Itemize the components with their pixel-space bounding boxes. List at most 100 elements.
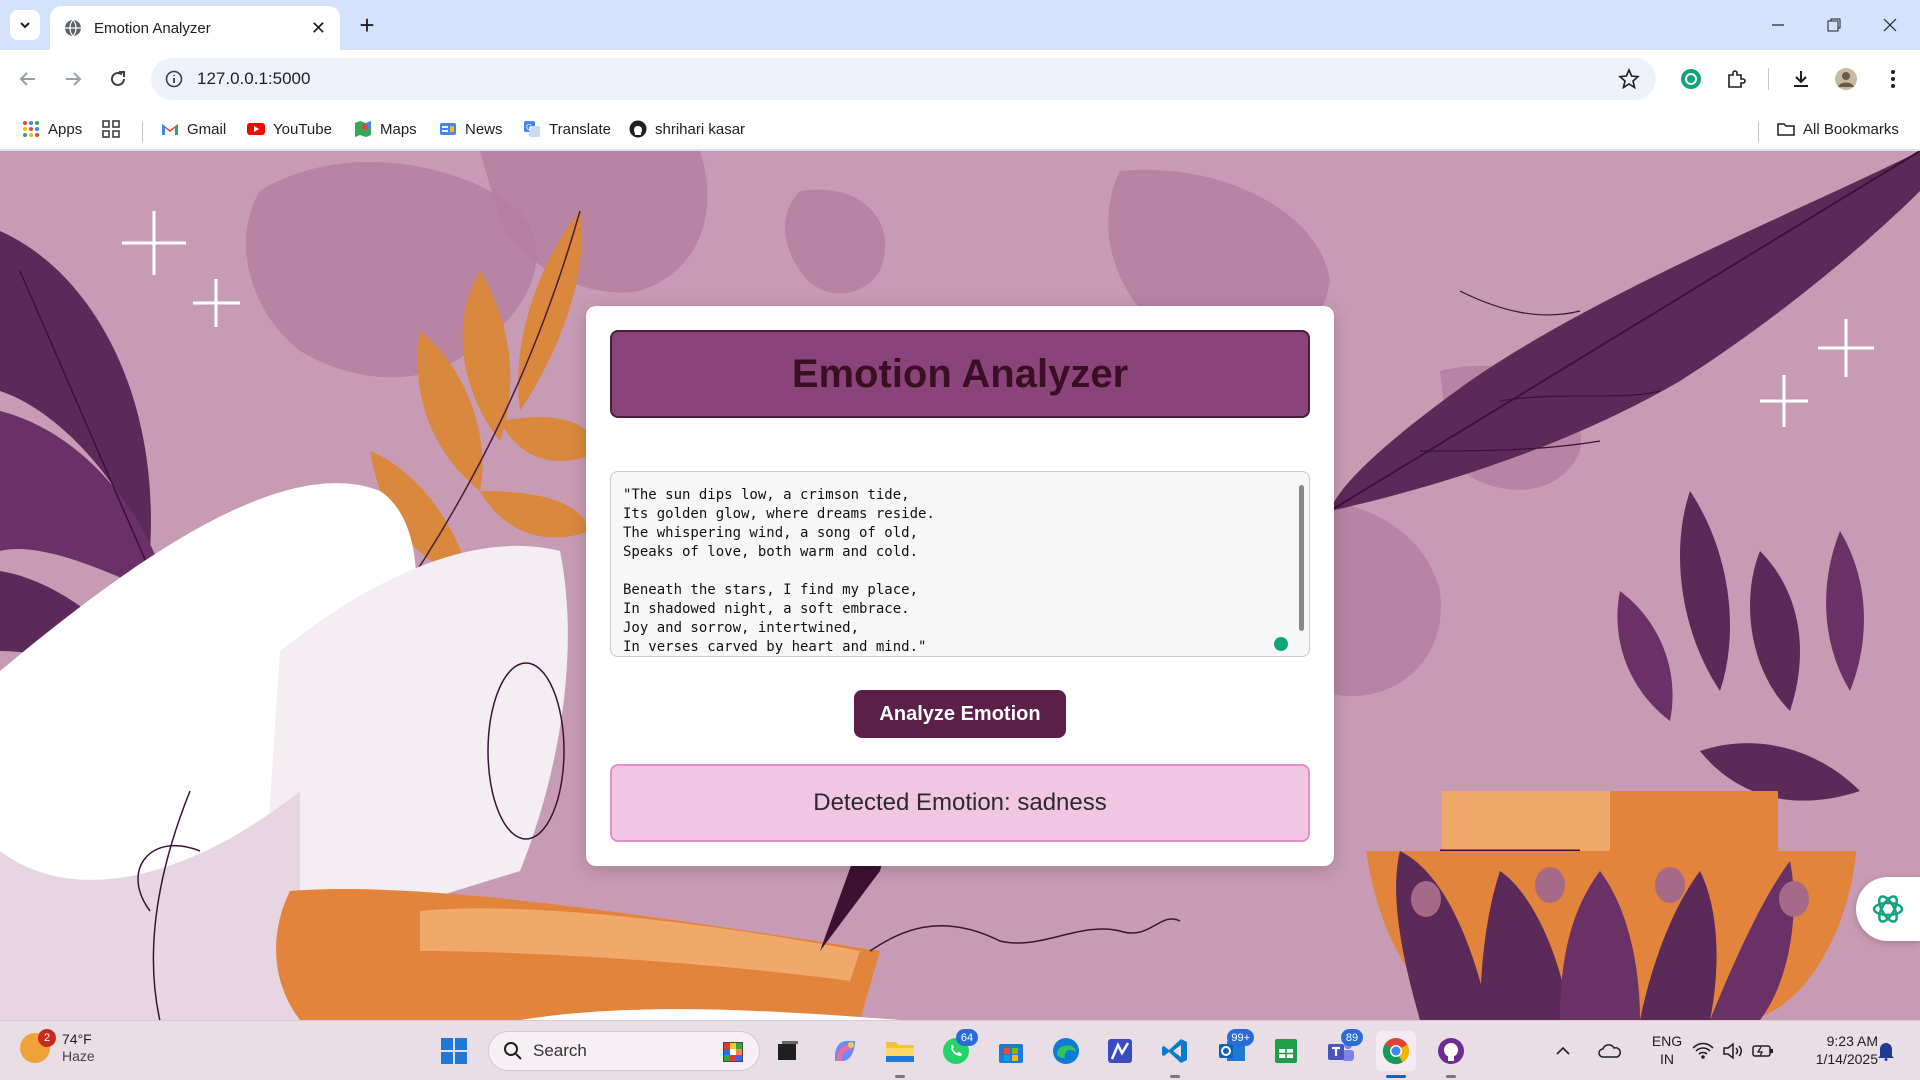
rubiks-cube-icon bbox=[723, 1042, 743, 1062]
onedrive-icon-button[interactable] bbox=[1596, 1031, 1624, 1071]
running-indicator bbox=[1446, 1075, 1456, 1078]
notifications-button[interactable] bbox=[1870, 1031, 1902, 1071]
kebab-menu-icon bbox=[1891, 70, 1895, 88]
github-desktop-app[interactable] bbox=[1431, 1031, 1471, 1071]
forward-button[interactable] bbox=[58, 64, 88, 94]
bookmark-translate[interactable]: G Translate bbox=[523, 116, 611, 142]
all-bookmarks-label: All Bookmarks bbox=[1803, 120, 1899, 138]
active-tab[interactable]: Emotion Analyzer ✕ bbox=[50, 6, 340, 50]
apps-grid-icon bbox=[23, 121, 39, 137]
chrome-icon bbox=[1382, 1038, 1410, 1065]
bookmark-gmail[interactable]: Gmail bbox=[161, 116, 226, 142]
powerautomate-app[interactable] bbox=[1100, 1031, 1140, 1071]
bookmark-label: YouTube bbox=[273, 120, 332, 138]
language-top: ENG bbox=[1651, 1033, 1683, 1049]
tab-search-button[interactable] bbox=[10, 10, 40, 40]
microsoft-store-app[interactable] bbox=[991, 1031, 1031, 1071]
bookmark-maps[interactable]: Maps bbox=[354, 116, 417, 142]
restore-icon bbox=[1827, 18, 1841, 32]
weather-badge: 2 bbox=[38, 1029, 56, 1047]
chrome-app[interactable] bbox=[1376, 1031, 1416, 1071]
spreadsheet-icon bbox=[1275, 1039, 1297, 1063]
bookmark-star-icon[interactable] bbox=[1618, 68, 1640, 90]
bookmarks-bar: Apps Gmail YouTube Maps News G Translate… bbox=[0, 108, 1920, 150]
battery-icon bbox=[1752, 1045, 1773, 1057]
svg-text:G: G bbox=[526, 123, 532, 132]
avatar-icon bbox=[1835, 68, 1857, 90]
whatsapp-app[interactable]: 64 bbox=[936, 1029, 978, 1071]
bookmarks-divider bbox=[1758, 122, 1759, 142]
start-button[interactable] bbox=[434, 1031, 474, 1071]
bookmark-github[interactable]: shrihari kasar bbox=[629, 116, 745, 142]
vscode-app[interactable] bbox=[1155, 1031, 1195, 1071]
bookmark-label: Maps bbox=[380, 120, 417, 138]
file-explorer-app[interactable] bbox=[880, 1031, 920, 1071]
poem-input[interactable]: "The sun dips low, a crimson tide, Its g… bbox=[610, 471, 1310, 657]
downloads-button[interactable] bbox=[1786, 64, 1816, 94]
bookmark-label: Apps bbox=[48, 120, 83, 138]
all-bookmarks-button[interactable]: All Bookmarks bbox=[1777, 116, 1899, 142]
tab-groups-button[interactable] bbox=[102, 116, 128, 142]
news-icon bbox=[440, 123, 456, 135]
running-indicator bbox=[1170, 1075, 1180, 1078]
chatgpt-logo-icon bbox=[1872, 895, 1904, 923]
weather-icon: 2 bbox=[20, 1029, 56, 1063]
whatsapp-badge: 64 bbox=[956, 1029, 978, 1046]
site-info-icon[interactable] bbox=[165, 70, 183, 88]
wifi-button[interactable] bbox=[1690, 1031, 1716, 1071]
reload-button[interactable] bbox=[103, 64, 133, 94]
browser-menu-button[interactable] bbox=[1878, 64, 1908, 94]
folder-icon bbox=[886, 1042, 914, 1062]
battery-button[interactable] bbox=[1750, 1031, 1776, 1071]
task-view-icon bbox=[778, 1041, 798, 1060]
task-view-button[interactable] bbox=[768, 1031, 808, 1071]
speaker-icon bbox=[1723, 1042, 1742, 1060]
bookmark-label: Translate bbox=[549, 120, 611, 138]
profile-avatar[interactable] bbox=[1831, 64, 1861, 94]
analyze-emotion-button[interactable]: Analyze Emotion bbox=[854, 690, 1066, 738]
github-icon bbox=[629, 120, 647, 138]
page-title: Emotion Analyzer bbox=[791, 351, 1129, 396]
globe-icon bbox=[65, 19, 81, 37]
bookmark-youtube[interactable]: YouTube bbox=[247, 116, 332, 142]
volume-button[interactable] bbox=[1720, 1031, 1746, 1071]
clock-date: 1/14/2025 bbox=[1815, 1051, 1878, 1067]
analyzer-card: Emotion Analyzer "The sun dips low, a cr… bbox=[586, 306, 1334, 866]
back-button[interactable] bbox=[13, 64, 43, 94]
restore-button[interactable] bbox=[1806, 0, 1862, 50]
outlook-app[interactable]: 99+ bbox=[1212, 1029, 1254, 1071]
new-tab-button[interactable]: + bbox=[352, 10, 382, 40]
bookmark-apps[interactable]: Apps bbox=[22, 116, 82, 142]
chevron-down-icon bbox=[20, 22, 30, 29]
bookmark-news[interactable]: News bbox=[439, 116, 503, 142]
chatgpt-extension-icon[interactable] bbox=[1676, 64, 1706, 94]
copilot-app[interactable] bbox=[825, 1031, 865, 1071]
teams-app[interactable]: 89 bbox=[1321, 1029, 1363, 1071]
arrow-right-icon bbox=[66, 72, 82, 86]
minimize-button[interactable] bbox=[1750, 0, 1806, 50]
mathpix-icon bbox=[1108, 1039, 1132, 1063]
browser-toolbar: 127.0.0.1:5000 bbox=[0, 50, 1920, 108]
search-icon bbox=[504, 1042, 522, 1060]
weather-widget[interactable]: 2 74°F Haze bbox=[20, 1029, 95, 1065]
language-indicator[interactable]: ENG IN bbox=[1645, 1032, 1689, 1068]
chatgpt-logo-icon bbox=[1681, 69, 1701, 89]
clock[interactable]: 9:23 AM 1/14/2025 bbox=[1788, 1032, 1878, 1068]
close-window-button[interactable] bbox=[1862, 0, 1918, 50]
wifi-icon bbox=[1692, 1042, 1714, 1059]
windows-logo-icon bbox=[441, 1038, 467, 1064]
show-hidden-icons[interactable] bbox=[1551, 1031, 1575, 1071]
chatgpt-floating-button[interactable] bbox=[1856, 877, 1920, 941]
chevron-up-icon bbox=[1556, 1046, 1570, 1055]
bell-icon bbox=[1878, 1043, 1894, 1061]
edge-app[interactable] bbox=[1046, 1031, 1086, 1071]
address-bar[interactable]: 127.0.0.1:5000 bbox=[151, 58, 1656, 100]
tab-close-icon[interactable]: ✕ bbox=[311, 18, 326, 39]
cloud-icon bbox=[1598, 1044, 1621, 1058]
language-bottom: IN bbox=[1660, 1051, 1674, 1067]
taskbar-search[interactable]: Search bbox=[488, 1031, 760, 1071]
translate-icon: G bbox=[524, 121, 540, 137]
extensions-button[interactable] bbox=[1721, 64, 1751, 94]
tab-groups-icon bbox=[102, 120, 120, 138]
sheets-app[interactable] bbox=[1266, 1031, 1306, 1071]
